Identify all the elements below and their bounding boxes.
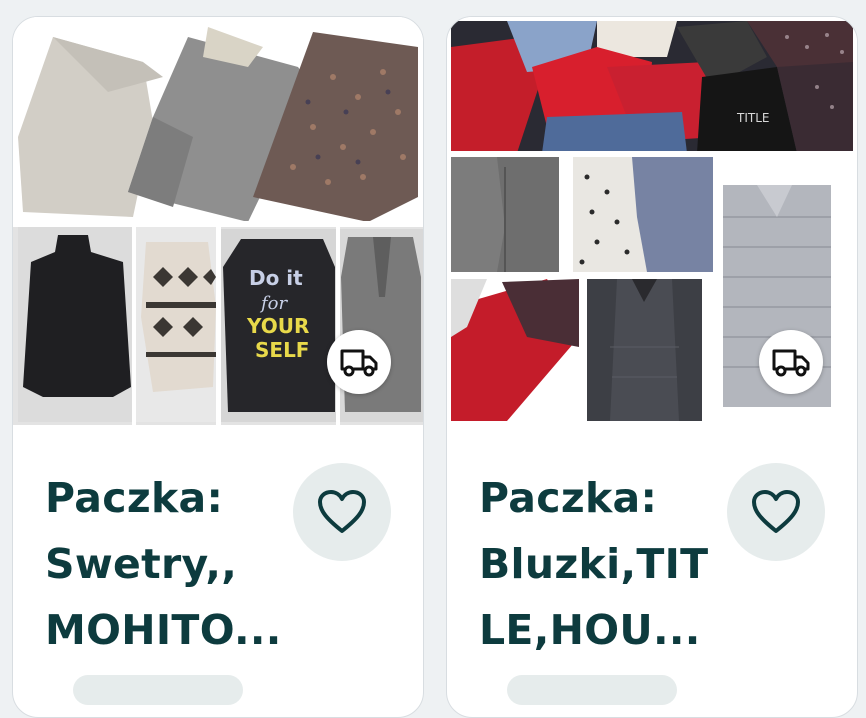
listing-title-line: MOHITO...: [45, 606, 282, 654]
heart-outline-icon: [318, 490, 366, 533]
listing-title-line: Paczka:: [45, 474, 224, 522]
listing-title-line: Swetry,,: [45, 540, 238, 588]
heart-outline-icon: [752, 490, 800, 533]
listing-title-line: Bluzki,TIT: [479, 540, 709, 588]
delivery-truck-icon: [772, 349, 810, 377]
svg-text:YOUR: YOUR: [246, 314, 309, 338]
listing-card[interactable]: TITLE Paczka: Bluzki,TIT LE,HOU...: [446, 16, 858, 718]
print-text: Do it: [249, 266, 303, 290]
action-pill[interactable]: [507, 675, 677, 705]
favorite-button[interactable]: [727, 463, 825, 561]
svg-text:SELF: SELF: [255, 338, 309, 362]
listing-title-line: Paczka:: [479, 474, 658, 522]
shipping-badge: [327, 330, 391, 394]
listing-title[interactable]: Paczka: Swetry,, MOHITO...: [45, 465, 282, 663]
delivery-truck-icon: [340, 349, 378, 377]
shipping-badge: [759, 330, 823, 394]
print-text: TITLE: [736, 111, 769, 125]
favorite-button[interactable]: [293, 463, 391, 561]
listing-card[interactable]: Do it for YOUR SELF Paczka: Swetry,, MOH…: [12, 16, 424, 718]
action-pill[interactable]: [73, 675, 243, 705]
svg-text:for: for: [259, 293, 288, 314]
listing-title[interactable]: Paczka: Bluzki,TIT LE,HOU...: [479, 465, 714, 663]
listing-title-line: LE,HOU...: [479, 606, 701, 654]
